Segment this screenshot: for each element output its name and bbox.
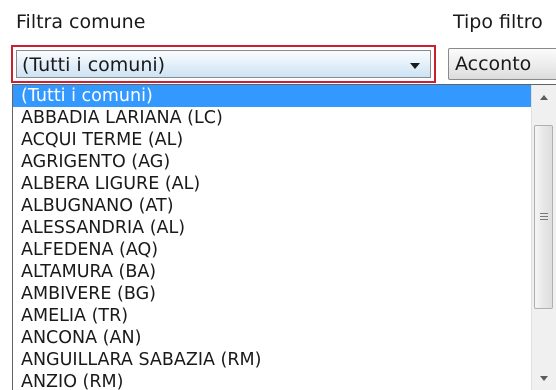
filter-comune-label: Filtra comune (16, 11, 146, 33)
list-item[interactable]: ACQUI TERME (AL) (13, 129, 531, 151)
list-item[interactable]: AMELIA (TR) (13, 305, 531, 327)
chevron-down-icon[interactable] (410, 63, 420, 69)
list-item[interactable]: ALBERA LIGURE (AL) (13, 173, 531, 195)
scroll-down-button[interactable] (534, 370, 554, 388)
scroll-up-arrow-icon (540, 95, 548, 100)
scroll-down-arrow-icon (540, 376, 548, 381)
scrollbar-thumb[interactable] (534, 125, 553, 309)
tipo-filtro-combobox[interactable]: Acconto (448, 48, 556, 80)
list-item[interactable]: ALBUGNANO (AT) (13, 195, 531, 217)
list-item[interactable]: ANCONA (AN) (13, 327, 531, 349)
filter-comune-combobox[interactable]: (Tutti i comuni) (16, 50, 431, 78)
grip-icon (540, 219, 548, 220)
list-item[interactable]: AGRIGENTO (AG) (13, 151, 531, 173)
list-item[interactable]: (Tutti i comuni) (13, 85, 531, 107)
grip-icon (540, 213, 548, 214)
list-item[interactable]: ANGUILLARA SABAZIA (RM) (13, 349, 531, 371)
filter-comune-selected-value: (Tutti i comuni) (22, 54, 166, 76)
scroll-up-button[interactable] (534, 89, 554, 107)
list-item[interactable]: ANZIO (RM) (13, 371, 531, 390)
list-item[interactable]: ALFEDENA (AQ) (13, 239, 531, 261)
grip-icon (540, 216, 548, 217)
tipo-filtro-label: Tipo filtro (453, 11, 543, 33)
tipo-filtro-selected-value: Acconto (455, 53, 532, 75)
list-item[interactable]: AMBIVERE (BG) (13, 283, 531, 305)
form-panel: Filtra comune Tipo filtro (Tutti i comun… (0, 0, 556, 390)
list-item[interactable]: ABBADIA LARIANA (LC) (13, 107, 531, 129)
vertical-scrollbar[interactable] (531, 85, 556, 390)
comune-options: (Tutti i comuni) ABBADIA LARIANA (LC) ACQU… (13, 85, 531, 390)
filter-comune-focus-outline: (Tutti i comuni) (11, 45, 436, 83)
comune-dropdown-list[interactable]: (Tutti i comuni) ABBADIA LARIANA (LC) ACQU… (12, 84, 556, 390)
list-item[interactable]: ALTAMURA (BA) (13, 261, 531, 283)
list-item[interactable]: ALESSANDRIA (AL) (13, 217, 531, 239)
